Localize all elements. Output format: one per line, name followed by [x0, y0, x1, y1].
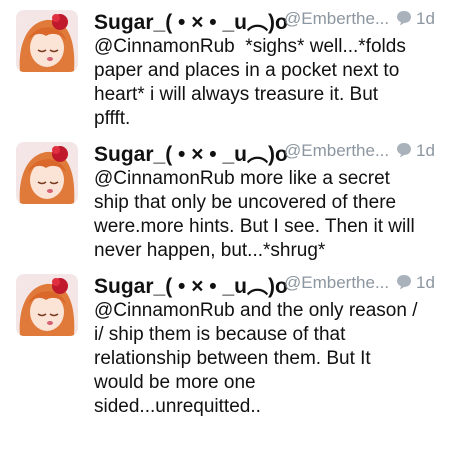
tweet-text: @CinnamonRub more like a secret ship tha…: [94, 168, 415, 261]
timestamp: 1d: [416, 141, 435, 160]
timestamp: 1d: [416, 273, 435, 292]
user-handle[interactable]: @Emberthe...: [284, 273, 389, 293]
tweet-header: Sugar_( • × • _u︵)o @Emberthe... 1d: [94, 270, 443, 298]
user-handle[interactable]: @Emberthe...: [284, 141, 389, 161]
user-handle[interactable]: @Emberthe...: [284, 9, 389, 29]
avatar[interactable]: [16, 142, 78, 204]
speech-bubble-icon[interactable]: [396, 10, 412, 26]
display-name[interactable]: Sugar_( • × • _u︵)o: [94, 6, 288, 36]
speech-bubble-icon[interactable]: [396, 142, 412, 158]
speech-bubble-icon[interactable]: [396, 274, 412, 290]
avatar[interactable]: [16, 10, 78, 72]
tweet-text: @CinnamonRub *sighs* well...*folds paper…: [94, 36, 406, 129]
timestamp: 1d: [416, 9, 435, 28]
avatar[interactable]: [16, 274, 78, 336]
tweet-text: @CinnamonRub and the only reason / i/ sh…: [94, 300, 418, 417]
display-name[interactable]: Sugar_( • × • _u︵)o: [94, 138, 288, 168]
tweet-header: Sugar_( • × • _u︵)o @Emberthe... 1d: [94, 6, 443, 34]
tweet-header: Sugar_( • × • _u︵)o @Emberthe... 1d: [94, 138, 443, 166]
display-name[interactable]: Sugar_( • × • _u︵)o: [94, 270, 288, 300]
